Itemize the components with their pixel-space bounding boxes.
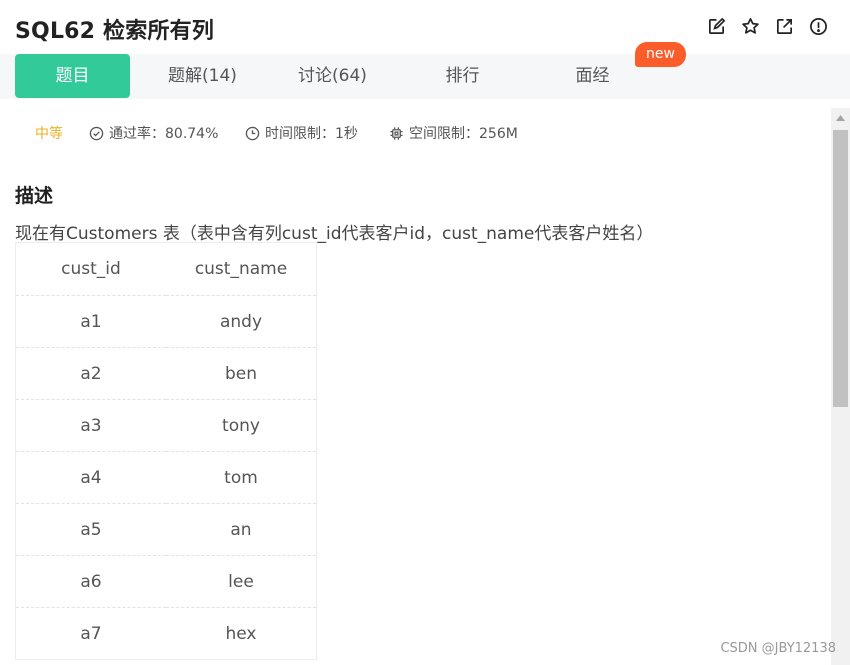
clock-icon (245, 126, 260, 140)
open-external-icon[interactable] (775, 17, 794, 36)
page-title: SQL62 检索所有列 (15, 19, 215, 44)
table-row: a2 ben (15, 347, 317, 400)
description-text: 现在有Customers 表（表中含有列cust_id代表客户id，cust_n… (15, 224, 654, 244)
table-cell: ben (166, 347, 317, 400)
table-cell: andy (166, 295, 317, 348)
table-cell: a3 (15, 399, 166, 452)
time-limit: 时间限制：1秒 (245, 123, 358, 143)
table-cell: lee (166, 555, 317, 608)
header-actions (707, 17, 828, 36)
table-row: a1 andy (15, 295, 317, 348)
table-cell: tony (166, 399, 317, 452)
difficulty-label: 中等 (35, 126, 63, 142)
time-limit-text: 时间限制：1秒 (265, 126, 358, 142)
table-row: a3 tony (15, 399, 317, 452)
table-header-row: cust_id cust_name (15, 242, 317, 296)
watermark: CSDN @JBY12138 (720, 641, 836, 656)
tab-ranking[interactable]: 排行 (405, 54, 520, 98)
description-heading: 描述 (15, 185, 54, 207)
table-cell: a1 (15, 295, 166, 348)
tab-solutions[interactable]: 题解(14) (145, 54, 260, 98)
table-cell: a7 (15, 607, 166, 660)
new-badge: new (635, 42, 686, 67)
table-row: a7 hex (15, 607, 317, 660)
pass-rate: 通过率：80.74% (89, 123, 218, 143)
table-row: a4 tom (15, 451, 317, 504)
header: SQL62 检索所有列 (0, 0, 850, 54)
tab-discussion[interactable]: 讨论(64) (275, 54, 390, 98)
table-cell: a5 (15, 503, 166, 556)
table-cell: a6 (15, 555, 166, 608)
table-cell: a4 (15, 451, 166, 504)
memory-limit: 空间限制：256M (389, 123, 518, 143)
table-row: a5 an (15, 503, 317, 556)
tab-problem[interactable]: 题目 (15, 54, 130, 98)
column-header: cust_name (166, 242, 317, 296)
vertical-scrollbar[interactable] (831, 108, 850, 665)
pass-rate-text: 通过率：80.74% (109, 126, 219, 142)
star-icon[interactable] (741, 17, 760, 36)
table-cell: hex (166, 607, 317, 660)
column-header: cust_id (15, 242, 166, 296)
tab-interview[interactable]: 面经 (535, 54, 650, 98)
check-circle-icon (89, 126, 104, 140)
chip-icon (390, 126, 403, 140)
scrollbar-thumb[interactable] (833, 130, 848, 407)
table-cell: tom (166, 451, 317, 504)
tab-bar: 题目 题解(14) 讨论(64) 排行 面经 new (0, 42, 850, 99)
info-icon[interactable] (809, 17, 828, 36)
memory-limit-text: 空间限制：256M (409, 126, 518, 142)
customers-table: cust_id cust_name a1 andy a2 ben a3 tony… (15, 242, 317, 660)
table-cell: a2 (15, 347, 166, 400)
scroll-up-arrow-icon[interactable] (831, 108, 850, 128)
edit-icon[interactable] (707, 17, 726, 36)
table-row: a6 lee (15, 555, 317, 608)
table-cell: an (166, 503, 317, 556)
